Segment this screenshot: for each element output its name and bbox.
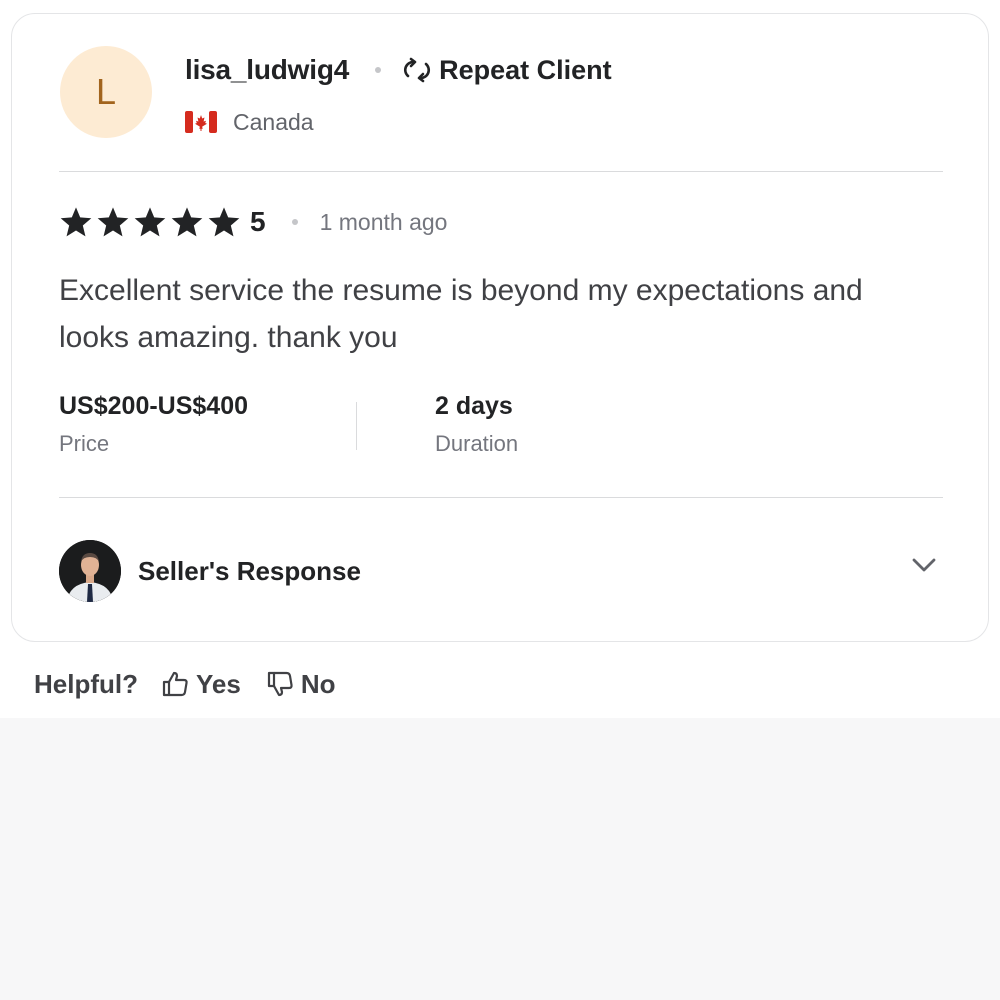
header-divider xyxy=(59,171,943,172)
star-icon xyxy=(97,207,129,237)
duration-value: 2 days xyxy=(435,392,513,420)
helpful-label: Helpful? xyxy=(34,668,138,699)
reviewer-avatar: L xyxy=(60,46,152,138)
reviewer-header: lisa_ludwig4 Repeat Client xyxy=(185,50,612,90)
rating-row: 5 1 month ago xyxy=(59,204,447,240)
seller-avatar xyxy=(59,540,121,602)
review-text: Excellent service the resume is beyond m… xyxy=(59,274,863,354)
stat-divider xyxy=(356,402,357,450)
thumbs-up-icon xyxy=(162,671,188,697)
helpful-no-label: No xyxy=(300,668,336,699)
repeat-icon xyxy=(404,57,431,83)
duration-stat: 2 days Duration xyxy=(435,390,518,458)
helpful-feedback: Helpful? Yes No xyxy=(34,664,360,704)
reviewer-location: Canada xyxy=(185,106,314,138)
price-value: US$200-US$400 xyxy=(59,392,249,420)
thumbs-down-icon xyxy=(267,671,293,697)
price-stat: US$200-US$400 Price xyxy=(59,390,248,458)
separator-dot xyxy=(375,67,382,73)
duration-label: Duration xyxy=(435,431,519,456)
seller-response-label: Seller's Response xyxy=(138,556,361,586)
chevron-down-icon[interactable] xyxy=(908,549,940,581)
star-icon xyxy=(60,207,92,237)
canada-flag-icon xyxy=(185,111,217,133)
stats-divider xyxy=(59,497,943,498)
page-background-lower xyxy=(0,718,1000,1000)
review-card: L lisa_ludwig4 Repeat Client Canada 5 1 … xyxy=(11,13,989,642)
helpful-yes-button[interactable]: Yes xyxy=(160,669,241,700)
review-date: 1 month ago xyxy=(319,208,448,235)
star-rating xyxy=(59,206,244,238)
rating-value: 5 xyxy=(250,206,266,237)
separator-dot xyxy=(291,219,298,225)
helpful-no-button[interactable]: No xyxy=(265,669,336,700)
seller-photo xyxy=(59,540,121,602)
avatar-initial: L xyxy=(95,71,117,112)
repeat-client-badge: Repeat Client xyxy=(439,54,612,85)
helpful-yes-label: Yes xyxy=(196,668,241,699)
star-icon xyxy=(208,207,240,237)
star-icon xyxy=(134,207,166,237)
reviewer-country: Canada xyxy=(233,108,314,135)
star-icon xyxy=(171,207,203,237)
reviewer-username: lisa_ludwig4 xyxy=(185,54,350,85)
price-label: Price xyxy=(59,431,110,456)
